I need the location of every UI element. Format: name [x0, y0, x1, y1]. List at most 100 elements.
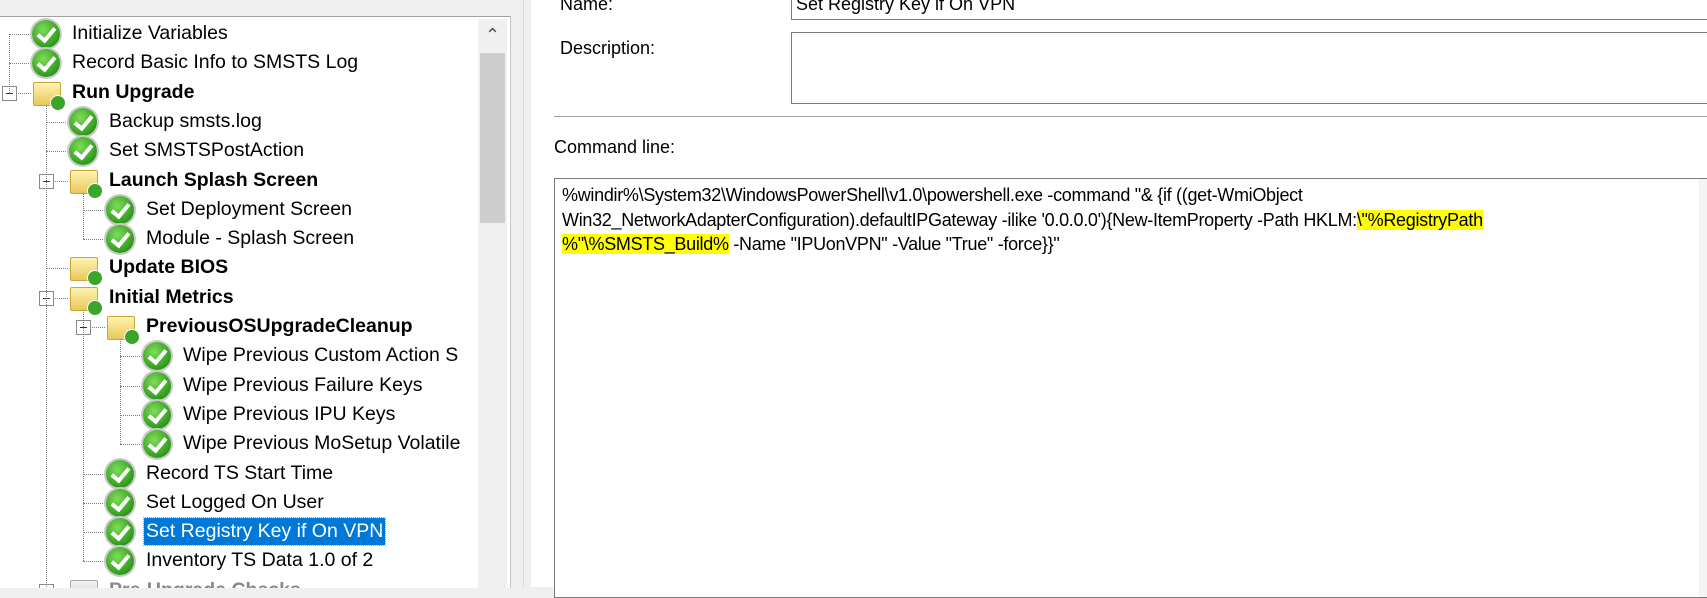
tree-scrollbar[interactable]: ⌃ — [478, 19, 507, 588]
group-folder-icon — [70, 169, 103, 199]
tree-item-label: Wipe Previous MoSetup Volatile — [183, 432, 461, 455]
success-check-icon — [106, 459, 134, 488]
tree-item[interactable]: Record TS Start Time — [0, 459, 478, 489]
tree-connector — [46, 121, 68, 123]
success-check-icon — [143, 371, 171, 400]
tree-item[interactable]: Backup smsts.log — [0, 107, 478, 137]
tree-item[interactable]: Initialize Variables — [0, 20, 478, 49]
group-folder-icon — [70, 286, 103, 316]
properties-pane: Name: Set Registry Key if On VPN Descrip… — [531, 0, 1707, 598]
tree-item-label: PreviousOSUpgradeCleanup — [146, 315, 413, 337]
description-label: Description: — [560, 38, 656, 58]
success-check-icon — [143, 400, 171, 429]
success-check-icon — [32, 49, 60, 78]
tree-connector — [9, 63, 31, 65]
tree-connector — [83, 502, 105, 504]
group-folder-icon — [33, 81, 66, 111]
group-folder-icon — [70, 257, 103, 287]
success-check-icon — [143, 430, 171, 459]
tree-item[interactable]: Initial Metrics — [0, 284, 478, 316]
tree-item-label: Module - Splash Screen — [146, 227, 355, 250]
tree-item[interactable]: Set Registry Key if On VPN — [0, 517, 478, 547]
tree-item-label: Wipe Previous IPU Keys — [183, 402, 396, 425]
tree-item[interactable]: Run Upgrade — [0, 79, 478, 111]
tree-connector — [120, 339, 121, 445]
tree-connector — [83, 309, 84, 562]
divider — [554, 116, 1707, 117]
tree-connector — [120, 444, 142, 446]
success-check-icon — [32, 20, 60, 48]
tree-item-label: Initialize Variables — [72, 22, 228, 44]
tree-connector — [83, 561, 105, 563]
name-label: Name: — [560, 0, 614, 14]
tree-item[interactable]: Module - Splash Screen — [0, 225, 478, 254]
command-line-1: %windir%\System32\WindowsPowerShell\v1.0… — [562, 185, 1303, 205]
tree-item[interactable]: Record Basic Info to SMSTS Log — [0, 49, 478, 78]
success-check-icon — [106, 547, 134, 576]
tree-item[interactable]: Inventory TS Data 1.0 of 2 — [0, 547, 478, 576]
command-line-text: %windir%\System32\WindowsPowerShell\v1.0… — [562, 183, 1483, 257]
command-line-2: Win32_NetworkAdapterConfiguration).defau… — [562, 209, 1357, 230]
tree-connector — [9, 34, 31, 35]
command-line-scrollbar[interactable] — [1699, 179, 1707, 597]
command-line-input[interactable]: %windir%\System32\WindowsPowerShell\v1.0… — [554, 178, 1707, 598]
tree-item-label: Wipe Previous Custom Action S — [183, 344, 459, 367]
tree-item-label: Wipe Previous Failure Keys — [183, 373, 423, 396]
tree-connector — [9, 34, 10, 93]
tree-item[interactable]: Wipe Previous MoSetup Volatile — [0, 430, 478, 459]
tree-item[interactable]: PreviousOSUpgradeCleanup — [0, 313, 478, 345]
scroll-up-arrow-icon[interactable]: ⌃ — [478, 19, 507, 51]
tree-item[interactable]: Set Deployment Screen — [0, 195, 478, 225]
tree-item-label: Pre-Upgrade Checks — [107, 577, 303, 588]
tree-item-label: Inventory TS Data 1.0 of 2 — [146, 549, 374, 572]
tree-connector — [46, 151, 68, 153]
description-input[interactable] — [791, 32, 1707, 104]
tree-connector — [83, 473, 105, 475]
highlighted-text: %"\%SMSTS_Build% — [562, 234, 729, 254]
highlighted-text: \"%RegistryPath — [1356, 209, 1483, 230]
command-line-label: Command line: — [554, 137, 676, 157]
tree-item[interactable]: Launch Splash Screen — [0, 167, 478, 199]
tree-connector — [46, 104, 47, 588]
tree-item-label: Set SMSTSPostAction — [109, 139, 305, 162]
command-line-3: -Name "IPUonVPN" -Value "True" -force}}" — [728, 234, 1060, 254]
name-input[interactable]: Set Registry Key if On VPN — [791, 0, 1707, 20]
tree-item-label: Run Upgrade — [72, 80, 195, 103]
tree-connector — [83, 532, 105, 534]
group-folder-icon — [107, 316, 140, 345]
tree-connector — [46, 268, 68, 270]
tree-item-label: Initial Metrics — [109, 285, 234, 308]
tree-connector — [83, 209, 105, 211]
tree-connector — [120, 356, 142, 358]
tree-item[interactable]: Wipe Previous Custom Action S — [0, 342, 478, 371]
tree-item[interactable]: Wipe Previous IPU Keys — [0, 400, 478, 430]
pane-splitter[interactable] — [523, 0, 524, 587]
success-check-icon — [143, 342, 171, 371]
scrollbar-thumb[interactable] — [480, 53, 505, 223]
tree-item-label: Backup smsts.log — [109, 109, 262, 132]
success-check-icon — [106, 195, 134, 224]
tree-item-label: Launch Splash Screen — [109, 168, 319, 191]
success-check-icon — [106, 225, 134, 254]
toolbar-strip — [0, 0, 510, 16]
tree-connector — [120, 385, 142, 387]
tree-item[interactable]: Pre-Upgrade Checks — [0, 577, 478, 588]
tree-item-label: Set Deployment Screen — [146, 197, 352, 220]
task-sequence-tree[interactable]: Initialize Variables Record Basic Info to… — [0, 16, 511, 588]
success-check-icon — [106, 518, 134, 547]
tree-item-label: Set Logged On User — [146, 490, 324, 513]
success-check-icon — [69, 107, 97, 136]
success-check-icon — [106, 488, 134, 517]
tree-item-label: Record Basic Info to SMSTS Log — [72, 51, 359, 74]
tree-item[interactable]: Set Logged On User — [0, 488, 478, 518]
tree-connector — [120, 414, 142, 416]
success-check-icon — [69, 137, 97, 166]
tree-item-label: Record TS Start Time — [146, 461, 334, 484]
tree-item-label: Set Registry Key if On VPN — [142, 517, 387, 547]
tree-connector — [83, 192, 84, 240]
tree-item[interactable]: Set SMSTSPostAction — [0, 137, 478, 166]
tree-item-label: Update BIOS — [109, 256, 229, 279]
tree-connector — [83, 239, 105, 241]
tree-item[interactable]: Update BIOS — [0, 254, 478, 287]
tree-item[interactable]: Wipe Previous Failure Keys — [0, 371, 478, 401]
